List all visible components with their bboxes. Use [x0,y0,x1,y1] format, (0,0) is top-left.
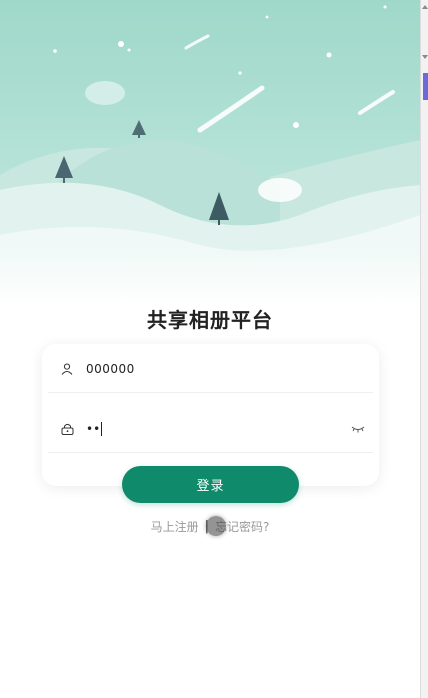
username-input[interactable]: 000000 [86,362,373,376]
password-field[interactable]: •• [48,406,373,453]
scrollbar-thumb[interactable] [423,73,428,100]
password-input[interactable]: •• [86,422,349,436]
hero-illustration [0,0,420,305]
window-scrollbar[interactable] [420,0,428,698]
eye-closed-icon[interactable] [349,423,367,435]
password-mask: •• [86,422,101,436]
scroll-up-icon[interactable] [422,5,428,9]
lock-icon [59,421,75,437]
register-link[interactable]: 马上注册 [151,518,199,535]
text-caret [101,422,103,436]
username-field[interactable]: 000000 [48,346,373,393]
login-button[interactable]: 登录 [122,466,299,503]
login-card: 000000 •• [42,344,379,486]
login-page: 共享相册平台 000000 •• 登录 马上注册 忘记密码? [0,0,420,698]
page-title: 共享相册平台 [147,308,273,332]
touch-indicator [206,516,226,536]
scroll-down-icon[interactable] [422,55,428,59]
user-icon [59,361,75,377]
